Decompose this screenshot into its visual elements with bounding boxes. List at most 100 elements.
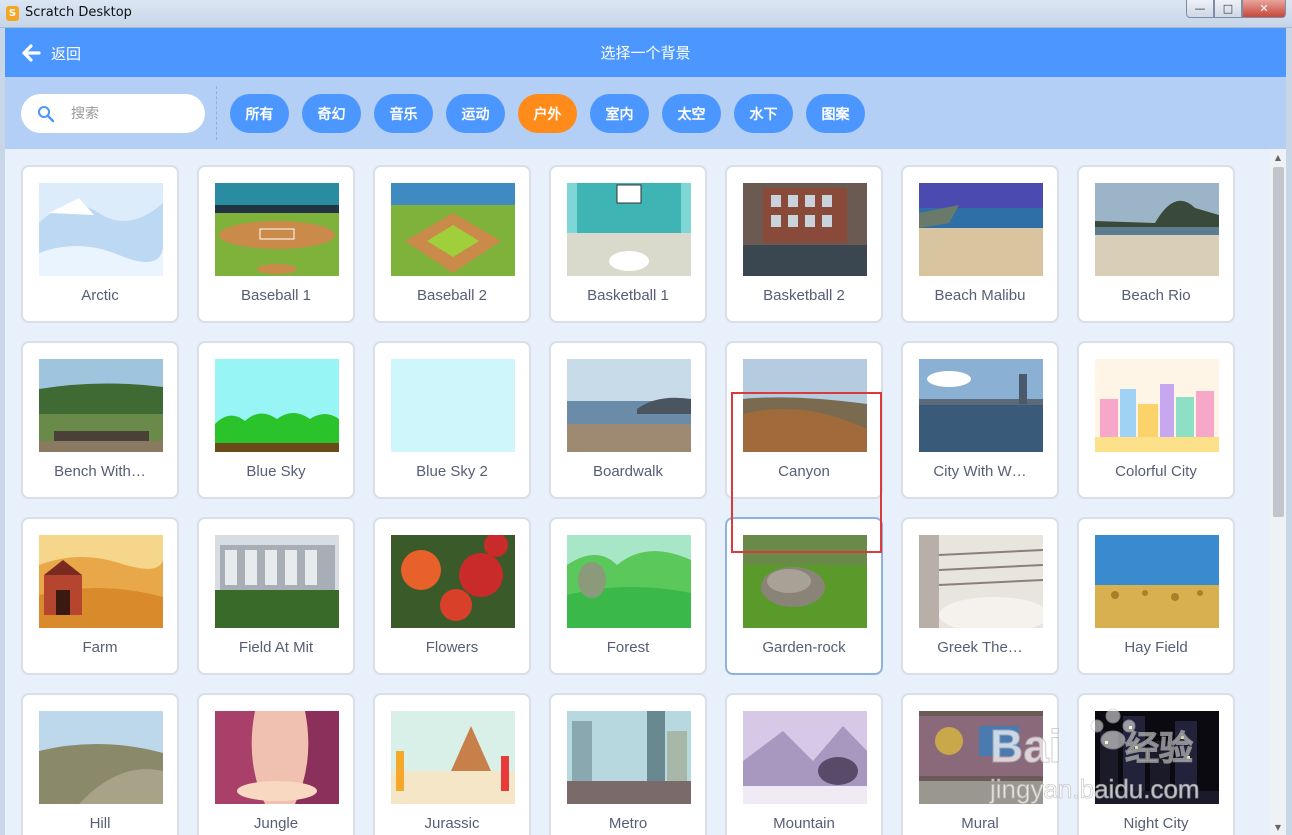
tag-button-2[interactable]: 音乐 [374,94,433,133]
backdrop-card[interactable]: Boardwalk [549,341,707,499]
backdrop-thumbnail [1095,711,1219,804]
backdrop-card[interactable]: Basketball 1 [549,165,707,323]
scroll-thumb[interactable] [1273,167,1284,517]
backdrop-thumbnail [215,711,339,804]
backdrop-name: Canyon [778,463,830,480]
backdrop-name: Garden-rock [762,639,846,656]
tag-button-4[interactable]: 户外 [518,94,577,133]
window-title: Scratch Desktop [25,5,132,20]
backdrop-name: Flowers [425,639,479,656]
backdrop-library-modal: 返回 选择一个背景 所有奇幻音乐运动户外室内太空水下图案 Arctic Baseb… [5,28,1286,835]
window-titlebar: S Scratch Desktop — □ ✕ [0,0,1292,28]
tag-list: 所有 奇幻 音乐 运动 户外 室内 太空 水下 图案 [230,94,878,133]
backdrop-thumbnail [919,711,1043,804]
backdrop-name: Mountain [773,815,835,832]
backdrop-thumbnail [567,359,691,452]
backdrop-name: Blue Sky [246,463,306,480]
backdrop-thumbnail [391,183,515,276]
backdrop-card[interactable]: Field At Mit [197,517,355,675]
backdrop-thumbnail [215,359,339,452]
backdrop-name: Arctic [81,287,119,304]
backdrop-thumbnail [215,183,339,276]
backdrop-thumbnail [1095,535,1219,628]
backdrop-card[interactable]: Bench With… [21,341,179,499]
minimize-button[interactable]: — [1186,0,1214,18]
backdrop-name: Greek The… [937,639,1023,656]
backdrop-thumbnail [391,535,515,628]
backdrop-thumbnail [39,183,163,276]
backdrop-card[interactable]: Jungle [197,693,355,835]
backdrop-thumbnail [39,711,163,804]
backdrop-name: Beach Rio [1121,287,1191,304]
backdrop-card[interactable]: Flowers [373,517,531,675]
scroll-down-arrow-icon[interactable]: ▼ [1270,819,1286,835]
backdrop-card[interactable]: Jurassic [373,693,531,835]
backdrop-name: Baseball 1 [240,287,312,304]
scroll-up-arrow-icon[interactable]: ▲ [1270,149,1286,165]
backdrop-grid: Arctic Baseball 1 Baseball 2 Basketball 1 Ba… [5,149,1286,835]
search-input[interactable] [71,105,191,122]
backdrop-name: Farm [82,639,118,656]
backdrop-name: Jungle [253,815,299,832]
backdrop-thumbnail [743,535,867,628]
backdrop-card[interactable]: Canyon [725,341,883,499]
tag-button-3[interactable]: 运动 [446,94,505,133]
backdrop-thumbnail [39,535,163,628]
backdrop-card[interactable]: Garden-rock [725,517,883,675]
backdrop-card[interactable]: City With W… [901,341,1059,499]
backdrop-thumbnail [743,359,867,452]
scrollbar[interactable]: ▲ ▼ [1270,149,1286,835]
tag-button-0[interactable]: 所有 [230,94,289,133]
backdrop-name: Mural [961,815,999,832]
tag-button-1[interactable]: 奇幻 [302,94,361,133]
maximize-button[interactable]: □ [1214,0,1242,18]
backdrop-name: Blue Sky 2 [416,463,488,480]
backdrop-card[interactable]: Colorful City [1077,341,1235,499]
backdrop-thumbnail [391,711,515,804]
backdrop-card[interactable]: Baseball 2 [373,165,531,323]
backdrop-name: Boardwalk [592,463,664,480]
backdrop-name: Baseball 2 [416,287,488,304]
backdrop-name: Bench With… [54,463,146,480]
backdrop-thumbnail [567,535,691,628]
backdrop-card[interactable]: Hay Field [1077,517,1235,675]
backdrop-card[interactable]: Blue Sky 2 [373,341,531,499]
backdrop-name: Beach Malibu [934,287,1026,304]
backdrop-card[interactable]: Basketball 2 [725,165,883,323]
backdrop-card[interactable]: Mountain [725,693,883,835]
search-box[interactable] [21,94,205,133]
backdrop-card[interactable]: Farm [21,517,179,675]
backdrop-name: Night City [1123,815,1189,832]
backdrop-thumbnail [1095,359,1219,452]
backdrop-card[interactable]: Night City [1077,693,1235,835]
backdrop-card[interactable]: Arctic [21,165,179,323]
modal-title: 选择一个背景 [600,44,691,62]
backdrop-card[interactable]: Hill [21,693,179,835]
backdrop-card[interactable]: Blue Sky [197,341,355,499]
backdrop-card[interactable]: Baseball 1 [197,165,355,323]
backdrop-name: City With W… [933,463,1027,480]
tag-button-5[interactable]: 室内 [590,94,649,133]
backdrop-name: Jurassic [424,815,480,832]
backdrop-card[interactable]: Beach Malibu [901,165,1059,323]
backdrop-thumbnail [391,359,515,452]
backdrop-card[interactable]: Beach Rio [1077,165,1235,323]
modal-header: 返回 选择一个背景 [5,28,1286,77]
backdrop-card[interactable]: Forest [549,517,707,675]
tag-button-7[interactable]: 水下 [734,94,793,133]
backdrop-name: Forest [606,639,650,656]
backdrop-thumbnail [567,711,691,804]
backdrop-name: Hay Field [1124,639,1188,656]
backdrop-thumbnail [743,183,867,276]
backdrop-card[interactable]: Metro [549,693,707,835]
backdrop-card[interactable]: Mural [901,693,1059,835]
backdrop-thumbnail [919,535,1043,628]
backdrop-thumbnail [1095,183,1219,276]
tag-button-6[interactable]: 太空 [662,94,721,133]
close-window-button[interactable]: ✕ [1242,0,1286,18]
backdrop-card[interactable]: Greek The… [901,517,1059,675]
filter-divider [216,86,217,140]
tag-button-8[interactable]: 图案 [806,94,865,133]
backdrop-thumbnail [567,183,691,276]
scratch-app-icon: S [6,6,19,21]
